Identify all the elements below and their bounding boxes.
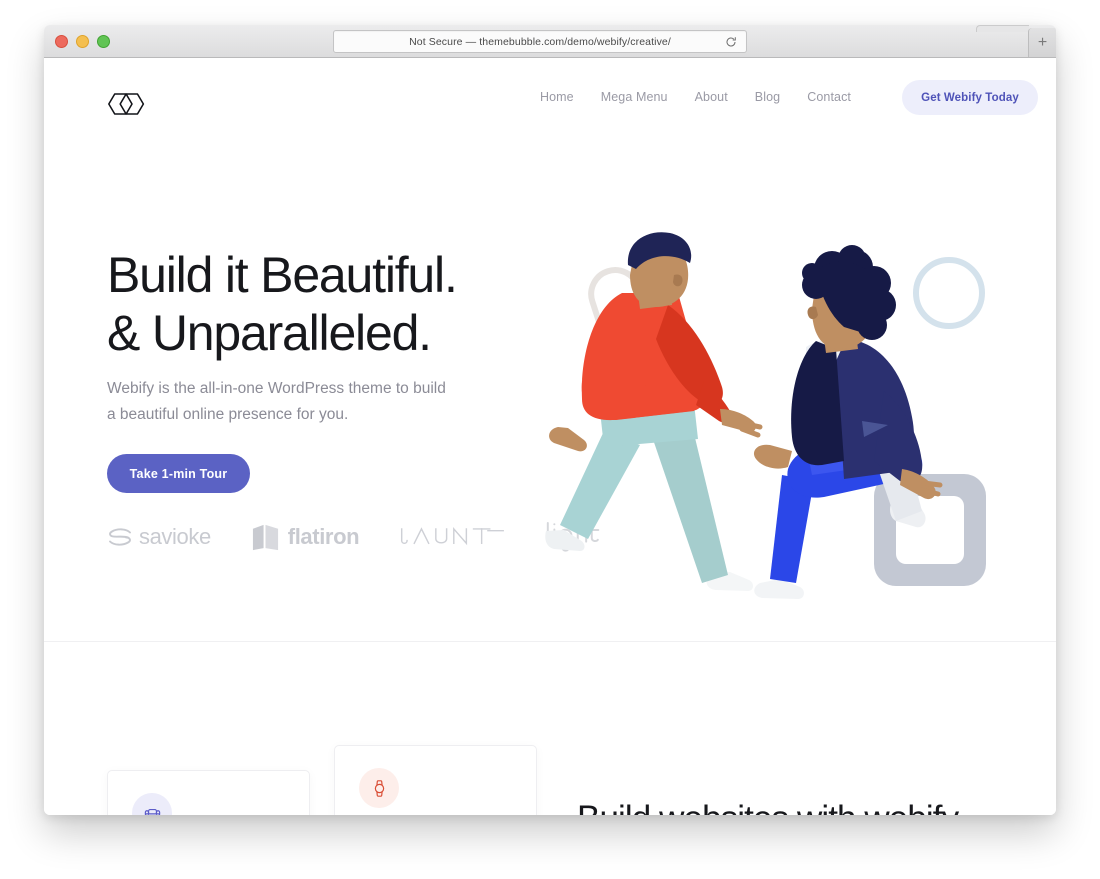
hero-copy: Build it Beautiful. & Unparalleled. Webi… [107,246,537,493]
jaunt-wordmark-icon [399,525,505,549]
flatiron-wordmark: flatiron [287,524,360,549]
hero-title-line-1: Build it Beautiful. [107,247,458,303]
reload-icon[interactable] [725,36,737,48]
client-logo-jaunt [399,525,505,549]
watch-icon [359,768,399,808]
minimize-window-button[interactable] [76,34,89,48]
sofa-icon [132,793,172,815]
decorative-ring [913,257,985,329]
two-people-flat-illustration [544,231,1014,611]
hero-subtitle-line-2: a beautiful online presence for you. [107,406,349,423]
browser-titlebar: Not Secure — themebubble.com/demo/webify… [44,25,1056,58]
address-bar[interactable]: Not Secure — themebubble.com/demo/webify… [333,30,747,53]
page-viewport: Home Mega Menu About Blog Contact Get We… [44,58,1056,815]
webify-logo[interactable] [107,92,147,116]
feature-card-feature-driven[interactable]: Feature-driven It's also a cultural chan… [334,745,537,815]
feature-card-super-creative[interactable]: Super Creative [107,770,310,815]
walking-person [545,232,763,591]
address-bar-text: Not Secure — themebubble.com/demo/webify… [409,35,671,48]
flatiron-mark-icon [251,523,280,552]
flatiron-shape [252,524,278,550]
features-headline: Build websites with webify. Any niche. I… [577,797,1007,815]
screenshot-stage: Not Secure — themebubble.com/demo/webify… [0,0,1100,879]
hero-subtitle: Webify is the all-in-one WordPress theme… [107,376,467,428]
client-logo-savioke: savioke [107,524,211,550]
hero-section: Build it Beautiful. & Unparalleled. Webi… [44,136,1056,641]
window-controls [55,25,110,57]
client-logos: savioke flatiron [107,521,603,553]
features-section: Super Creative Feature-driven It's also … [44,642,1056,815]
client-logo-flatiron: flatiron [251,523,360,552]
hero-title-line-2: & Unparalleled. [107,305,432,361]
zoom-window-button[interactable] [97,34,110,48]
close-window-button[interactable] [55,34,68,48]
new-tab-button[interactable]: + [1028,28,1056,57]
nav-item-home[interactable]: Home [540,90,574,104]
main-navigation: Home Mega Menu About Blog Contact [540,58,851,136]
savioke-mark-icon [107,527,133,547]
tab-strip-edge [976,25,1029,32]
features-headline-text: Build websites with webify. Any niche. I… [577,797,1007,815]
take-tour-button[interactable]: Take 1-min Tour [107,454,250,493]
get-webify-today-button[interactable]: Get Webify Today [902,80,1038,115]
features-headline-line-1: Build websites with webify. [577,797,1007,815]
site-header: Home Mega Menu About Blog Contact Get We… [44,58,1056,136]
nav-item-contact[interactable]: Contact [807,90,851,104]
savioke-wordmark: savioke [139,524,211,549]
browser-window: Not Secure — themebubble.com/demo/webify… [44,25,1056,815]
nav-item-about[interactable]: About [695,90,728,104]
hero-title: Build it Beautiful. & Unparalleled. [107,246,537,362]
nav-item-blog[interactable]: Blog [755,90,780,104]
nav-item-mega-menu[interactable]: Mega Menu [601,90,668,104]
hero-subtitle-line-1: Webify is the all-in-one WordPress theme… [107,380,446,397]
